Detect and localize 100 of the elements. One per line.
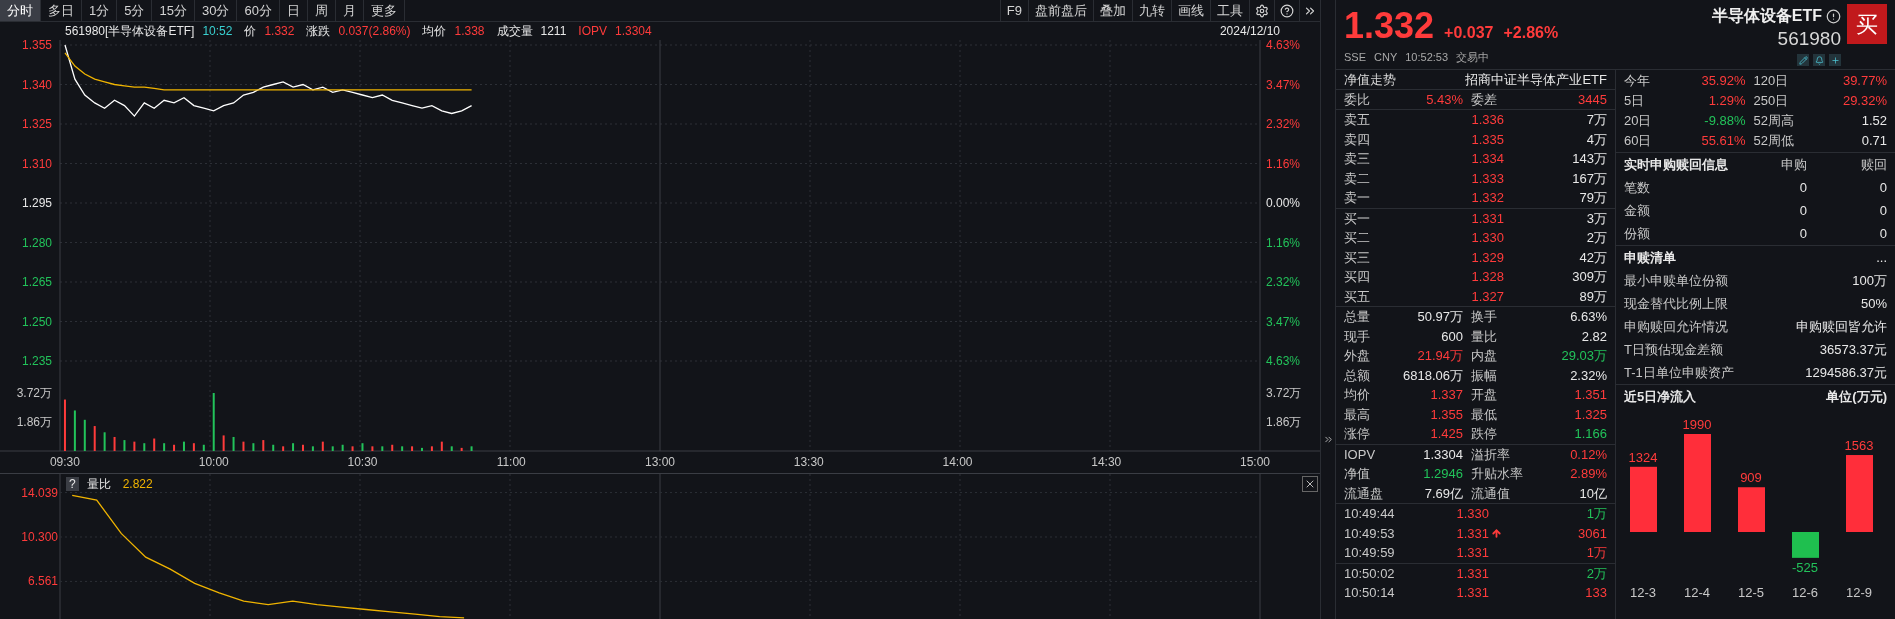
stat-value: 5.43% [1425,90,1463,109]
return-value: 55.61% [1700,132,1746,151]
trade-time: 10:49:59 [1344,544,1396,562]
indicator-axis-label: 10.300 [21,530,58,544]
time-axis-label: 13:30 [793,455,824,469]
field-label: 成交量 [496,23,533,40]
return-value: 1.52 [1860,112,1887,131]
row-label: 份额 [1624,224,1651,243]
stat-label: 总量 [1344,308,1371,326]
stat-label: 开盘 [1470,386,1498,404]
unit-label: 单位(万元) [1826,387,1887,406]
row-label: 笔数 [1624,178,1651,197]
stat-value: 1.166 [1573,425,1607,443]
book-price: 1.333 [1470,169,1504,188]
book-level-label: 买四 [1344,268,1371,286]
stat-value: 1.425 [1429,425,1463,443]
trade-volume: 133 [1584,584,1607,602]
book-volume: 89万 [1578,287,1607,306]
row-label: 最小申赎单位份额 [1624,271,1728,290]
price-axis-label: 1.235 [21,354,52,368]
return-value: 29.32% [1841,92,1887,111]
book-volume: 309万 [1571,268,1607,286]
security-code: 561980 [1777,28,1841,50]
inflow-value: 909 [1740,470,1762,486]
return-label: 5日 [1624,92,1646,111]
volume-axis-label: 3.72万 [16,386,52,400]
indicator-axis-label: 14.039 [21,485,58,500]
percent-axis-label: 1.16% [1266,235,1301,250]
stat-value: 1.337 [1429,386,1463,404]
security-name: 561980[半导体设备ETF] [65,23,195,40]
stat-value: 2.82 [1580,327,1607,346]
stat-label: 均价 [1344,386,1371,404]
book-volume: 7万 [1585,111,1607,129]
percent-axis-label: 0.00% [1266,196,1301,210]
current-time: 10:52 [202,23,233,40]
book-level-label: 买三 [1344,248,1371,267]
date-axis-label: 12-9 [1846,585,1872,600]
trade-volume: 1万 [1585,544,1607,562]
book-level-label: 买五 [1344,287,1371,306]
trade-volume: 2万 [1585,564,1607,583]
indicator-name: 量比 [86,476,111,493]
date-axis-label: 12-5 [1738,585,1764,600]
book-volume: 4万 [1585,130,1607,149]
row-value: 100万 [1852,271,1887,290]
stat-label: 委比 [1344,90,1371,109]
row-label: 金额 [1624,201,1651,220]
stat-label: IOPV [1344,445,1377,464]
price-axis-label: 1.250 [21,314,52,329]
time-axis-label: 09:30 [49,455,80,469]
stat-value: 0.12% [1569,445,1607,464]
field-value: 1.3304 [615,23,652,40]
table-cell-text: 0 [1878,201,1887,220]
price-axis-label: 1.280 [21,235,52,250]
stat-value: 1.351 [1573,386,1607,404]
book-price: 1.330 [1470,229,1504,247]
stat-label: 总额 [1344,366,1371,385]
percent-axis-label: 4.63% [1266,40,1301,52]
time-axis-label: 10:30 [347,455,378,469]
last-price: 1.332 [1344,4,1435,48]
field-value: 1.338 [454,23,485,40]
time-axis-label: 10:00 [198,455,229,469]
stat-value: 6818.06万 [1402,366,1463,385]
percent-axis-label: 2.32% [1266,117,1301,131]
return-label: 52周低 [1752,132,1795,151]
table-cell-text: 0 [1798,178,1807,197]
stat-value: 1.2946 [1422,465,1463,483]
percent-axis-label: 2.32% [1266,275,1301,289]
book-level-label: 买一 [1344,209,1371,228]
price-axis-label: 1.265 [21,275,52,289]
stat-value: 29.03万 [1560,347,1607,365]
row-value: 1294586.37元 [1805,363,1887,382]
book-level-label: 卖二 [1344,169,1371,188]
book-price: 1.329 [1470,248,1504,267]
stat-label: 流通盘 [1344,484,1384,503]
market-info: SSE [1344,50,1366,65]
row-label: T日预估现金差额 [1624,340,1723,359]
inflow-value: 1990 [1682,417,1712,432]
time-axis-label: 11:00 [496,455,526,469]
trade-time: 10:49:53 [1344,524,1396,543]
stat-value: 600 [1440,327,1463,346]
time-axis-label: 14:00 [942,455,973,469]
market-info: 交易中 [1456,50,1490,65]
stat-value: 10亿 [1578,484,1607,503]
field-value: 1211 [540,23,567,40]
price-axis-label: 1.325 [21,117,52,131]
section-title: 申赎清单 [1624,248,1676,267]
book-price: 1.336 [1470,111,1504,129]
field-value: 1.332 [264,23,295,40]
return-value: 35.92% [1700,72,1746,91]
field-label: 价 [244,23,257,40]
column-header: 赎回 [1860,155,1887,174]
stat-value: 7.69亿 [1423,484,1463,503]
stat-value: 2.32% [1569,366,1607,385]
trade-price: 1.331 [1455,564,1489,583]
column-header: 申购 [1780,155,1807,174]
row-value: 36573.37元 [1819,340,1887,359]
security-title: 半导体设备ETF [1711,6,1822,26]
table-cell-text: 0 [1798,224,1807,243]
volume-axis-label: 1.86万 [1266,415,1302,429]
book-price: 1.328 [1470,268,1504,286]
